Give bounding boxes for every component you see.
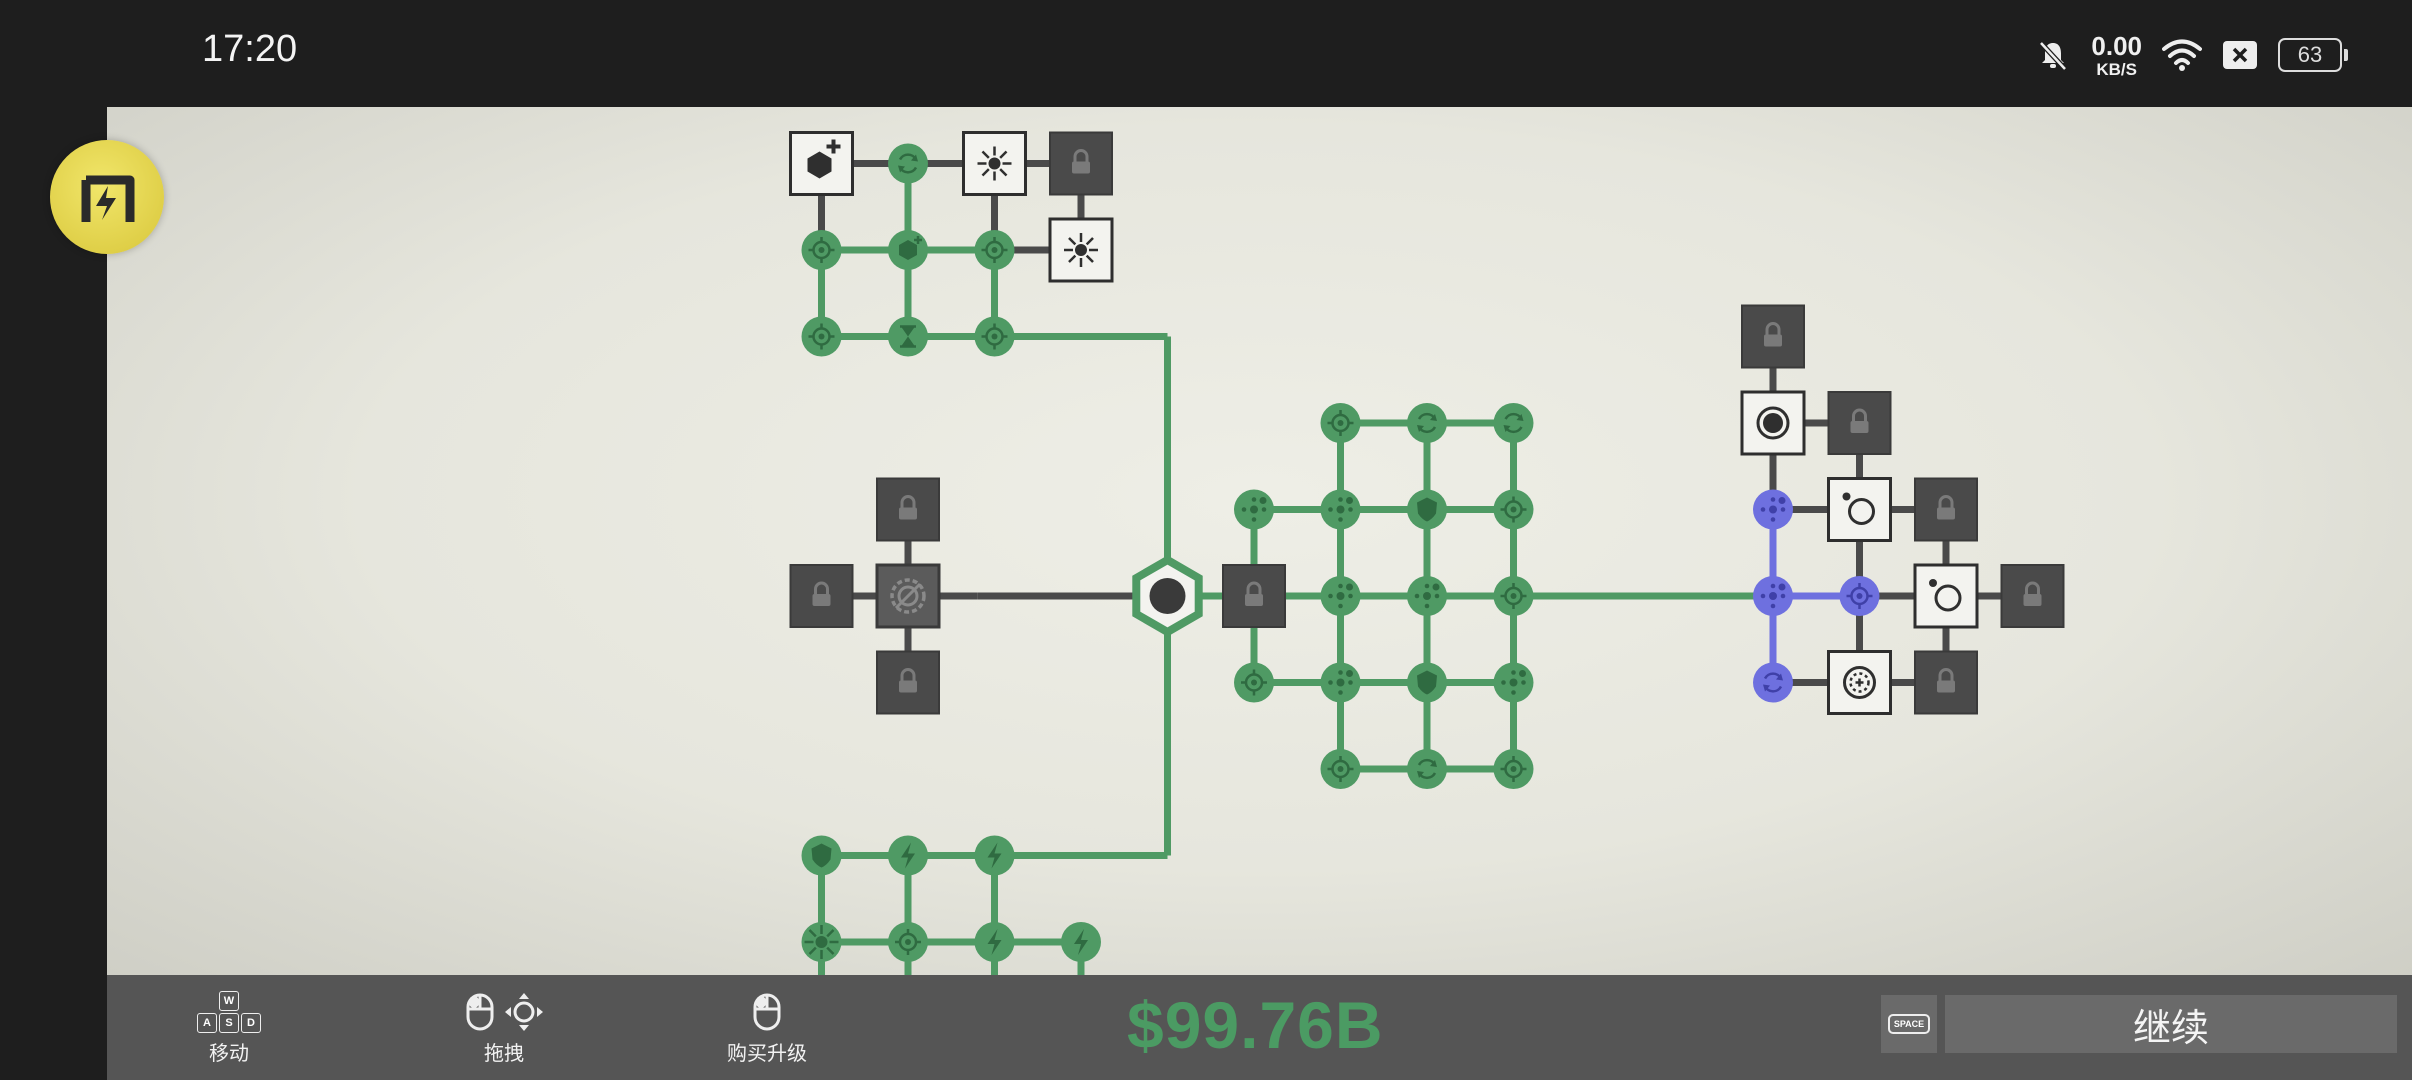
core-node[interactable] bbox=[1132, 555, 1203, 637]
upgrade-node-owned[interactable] bbox=[1320, 749, 1361, 789]
upgrade-node-owned[interactable] bbox=[1320, 489, 1361, 530]
upgrade-node-owned[interactable] bbox=[1407, 576, 1447, 616]
upgrade-node-special[interactable] bbox=[1753, 662, 1793, 703]
drag-label: 拖拽 bbox=[484, 1043, 524, 1065]
upgrade-node-owned[interactable] bbox=[888, 922, 928, 962]
upgrade-node-lock[interactable] bbox=[876, 650, 940, 715]
upgrade-node-special[interactable] bbox=[1753, 576, 1793, 616]
upgrade-node-box-gray[interactable] bbox=[875, 563, 941, 629]
bottom-bar: W A S D 移动 拖拽 购买升级 $99.76B SPACE 继续 bbox=[107, 975, 2412, 1080]
status-icons: 0.00 KB/S 63 bbox=[2035, 30, 2348, 80]
battery-indicator: 63 bbox=[2278, 38, 2348, 72]
upgrade-node-lock[interactable] bbox=[1741, 304, 1805, 369]
upgrade-node-special[interactable] bbox=[1753, 489, 1793, 530]
upgrade-tree-view[interactable] bbox=[107, 107, 2412, 975]
hint-buy: 购买升级 bbox=[727, 991, 807, 1066]
continue-button[interactable]: 继续 bbox=[1945, 995, 2397, 1053]
upgrade-node-owned[interactable] bbox=[1320, 576, 1361, 616]
upgrade-node-owned[interactable] bbox=[888, 143, 928, 184]
upgrade-node-owned[interactable] bbox=[1493, 576, 1534, 616]
key-w: W bbox=[219, 991, 239, 1011]
hint-move: W A S D 移动 bbox=[197, 991, 261, 1066]
upgrade-node-owned[interactable] bbox=[801, 230, 842, 270]
upgrade-node-owned[interactable] bbox=[1320, 662, 1361, 703]
upgrade-node-lock[interactable] bbox=[2000, 564, 2065, 628]
upgrade-node-special[interactable] bbox=[1839, 576, 1880, 616]
upgrade-node-owned[interactable] bbox=[1320, 403, 1361, 443]
upgrade-node-lock[interactable] bbox=[1914, 650, 1978, 715]
upgrade-node-owned[interactable] bbox=[974, 922, 1015, 962]
upgrade-node-owned[interactable] bbox=[801, 922, 842, 962]
flash-app-icon bbox=[81, 175, 135, 222]
clock: 17:20 bbox=[202, 28, 298, 70]
upgrade-node-lock[interactable] bbox=[1914, 477, 1978, 542]
key-a: A bbox=[197, 1013, 217, 1033]
upgrade-node-owned[interactable] bbox=[1234, 489, 1274, 530]
upgrade-node-owned[interactable] bbox=[1407, 749, 1447, 789]
sim-off-icon bbox=[2223, 41, 2257, 69]
net-speed: 0.00 KB/S bbox=[2091, 33, 2142, 78]
upgrade-node-owned[interactable] bbox=[1493, 489, 1534, 530]
key-s: S bbox=[219, 1013, 239, 1033]
upgrade-node-owned[interactable] bbox=[1407, 489, 1447, 530]
upgrade-node-lock[interactable] bbox=[1827, 391, 1892, 455]
upgrade-node-owned[interactable] bbox=[801, 316, 842, 357]
upgrade-node-lock[interactable] bbox=[789, 564, 854, 628]
upgrade-node-available[interactable] bbox=[1827, 477, 1892, 542]
upgrade-node-owned[interactable] bbox=[801, 835, 842, 876]
upgrade-tree[interactable] bbox=[107, 107, 2412, 975]
upgrade-node-available[interactable] bbox=[789, 131, 854, 196]
upgrade-node-owned[interactable] bbox=[1493, 749, 1534, 789]
upgrade-node-owned[interactable] bbox=[1407, 662, 1447, 703]
upgrade-node-owned[interactable] bbox=[1493, 403, 1534, 443]
wifi-icon bbox=[2162, 39, 2202, 71]
net-speed-value: 0.00 bbox=[2091, 30, 2142, 61]
key-d: D bbox=[241, 1013, 261, 1033]
net-speed-unit: KB/S bbox=[2096, 59, 2137, 79]
upgrade-node-owned[interactable] bbox=[1407, 403, 1447, 443]
mouse-click-icon bbox=[753, 993, 781, 1031]
upgrade-node-owned[interactable] bbox=[1061, 922, 1101, 962]
money-counter: $99.76B bbox=[1127, 988, 1384, 1062]
space-key-label: SPACE bbox=[1887, 1014, 1931, 1034]
upgrade-node-available[interactable] bbox=[1913, 563, 1979, 629]
upgrade-node-available[interactable] bbox=[1048, 217, 1114, 283]
move-label: 移动 bbox=[209, 1043, 249, 1065]
upgrade-node-available[interactable] bbox=[1827, 650, 1892, 715]
floating-shortcut-badge[interactable] bbox=[50, 140, 164, 254]
hint-drag: 拖拽 bbox=[462, 991, 546, 1066]
upgrade-node-owned[interactable] bbox=[974, 230, 1015, 270]
status-bar: 17:20 0.00 KB/S 63 bbox=[0, 0, 2412, 107]
upgrade-node-owned[interactable] bbox=[974, 316, 1015, 357]
upgrade-node-lock[interactable] bbox=[1222, 564, 1286, 628]
upgrade-node-owned[interactable] bbox=[888, 230, 928, 270]
mute-bell-icon bbox=[2039, 41, 2068, 71]
upgrade-node-lock[interactable] bbox=[1049, 131, 1113, 196]
upgrade-node-owned[interactable] bbox=[1234, 662, 1274, 703]
upgrade-node-available[interactable] bbox=[962, 131, 1027, 196]
upgrade-node-owned[interactable] bbox=[1493, 662, 1534, 703]
wasd-keys-icon: W A S D bbox=[197, 991, 261, 1033]
upgrade-node-available[interactable] bbox=[1740, 390, 1806, 456]
upgrade-node-owned[interactable] bbox=[888, 316, 928, 357]
upgrade-node-lock[interactable] bbox=[876, 477, 940, 542]
mouse-drag-icon bbox=[466, 993, 543, 1031]
upgrade-node-owned[interactable] bbox=[974, 835, 1015, 876]
upgrade-node-owned[interactable] bbox=[888, 835, 928, 876]
space-key-hint: SPACE bbox=[1881, 995, 1937, 1053]
buy-label: 购买升级 bbox=[727, 1043, 807, 1065]
